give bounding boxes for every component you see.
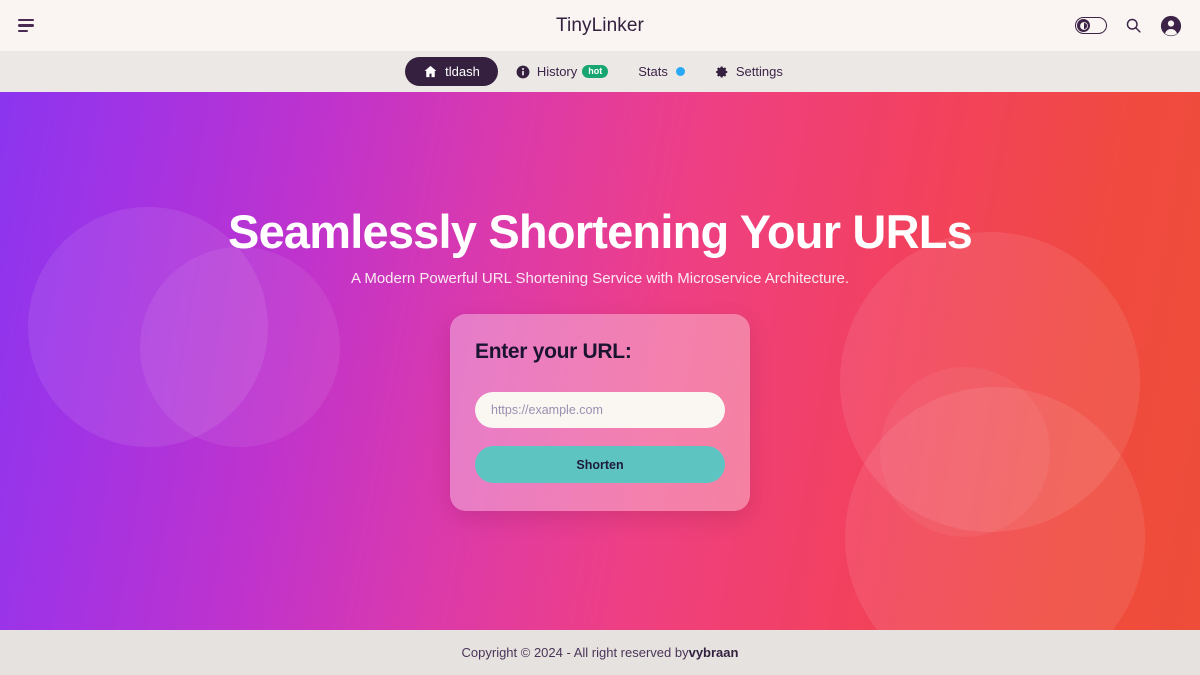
app-root: TinyLinker tldash History hot Stats Sett…: [0, 0, 1200, 675]
url-shortener-card: Enter your URL: Shorten: [450, 314, 750, 512]
page-footer: Copyright © 2024 - All right reserved by…: [0, 630, 1200, 675]
nav-item-label: tldash: [445, 64, 480, 79]
moon-icon: [1077, 19, 1090, 32]
user-avatar-icon[interactable]: [1160, 15, 1182, 37]
nav-item-settings[interactable]: Settings: [703, 58, 795, 85]
nav-item-stats[interactable]: Stats: [626, 58, 697, 85]
author-name: vybraan: [688, 645, 739, 660]
status-badge-hot: hot: [582, 64, 609, 79]
info-icon: [516, 65, 530, 79]
nav-item-tldash[interactable]: tldash: [405, 57, 498, 86]
hero-section: Seamlessly Shortening Your URLs A Modern…: [0, 92, 1200, 630]
hamburger-line: [18, 29, 28, 33]
hero-title: Seamlessly Shortening Your URLs: [228, 205, 973, 258]
hamburger-icon[interactable]: [18, 17, 40, 35]
theme-toggle[interactable]: [1075, 17, 1107, 34]
nav-item-history[interactable]: History hot: [504, 58, 620, 85]
gear-icon: [715, 65, 729, 79]
hero-subtitle: A Modern Powerful URL Shortening Service…: [351, 270, 849, 288]
page-title: TinyLinker: [556, 14, 644, 36]
shorten-button[interactable]: Shorten: [475, 446, 725, 484]
url-input[interactable]: [475, 392, 725, 429]
nav-item-label: History: [536, 64, 578, 79]
app-header: TinyLinker: [0, 0, 1200, 51]
hamburger-line: [18, 18, 34, 22]
nav-items: tldash History hot Stats Settings: [405, 57, 795, 86]
hero-content: Seamlessly Shortening Your URLs A Modern…: [0, 92, 1200, 512]
hamburger-line: [18, 24, 34, 27]
nav-item-label: Settings: [735, 64, 783, 79]
status-dot-icon: [675, 67, 685, 76]
card-title: Enter your URL:: [475, 340, 632, 364]
main-navigation: tldash History hot Stats Settings: [0, 51, 1200, 92]
home-icon: [423, 64, 438, 79]
copyright-text: Copyright © 2024 - All right reserved by: [461, 645, 689, 660]
header-actions: [1075, 15, 1182, 37]
search-icon[interactable]: [1125, 17, 1142, 34]
nav-item-label: Stats: [638, 64, 668, 79]
